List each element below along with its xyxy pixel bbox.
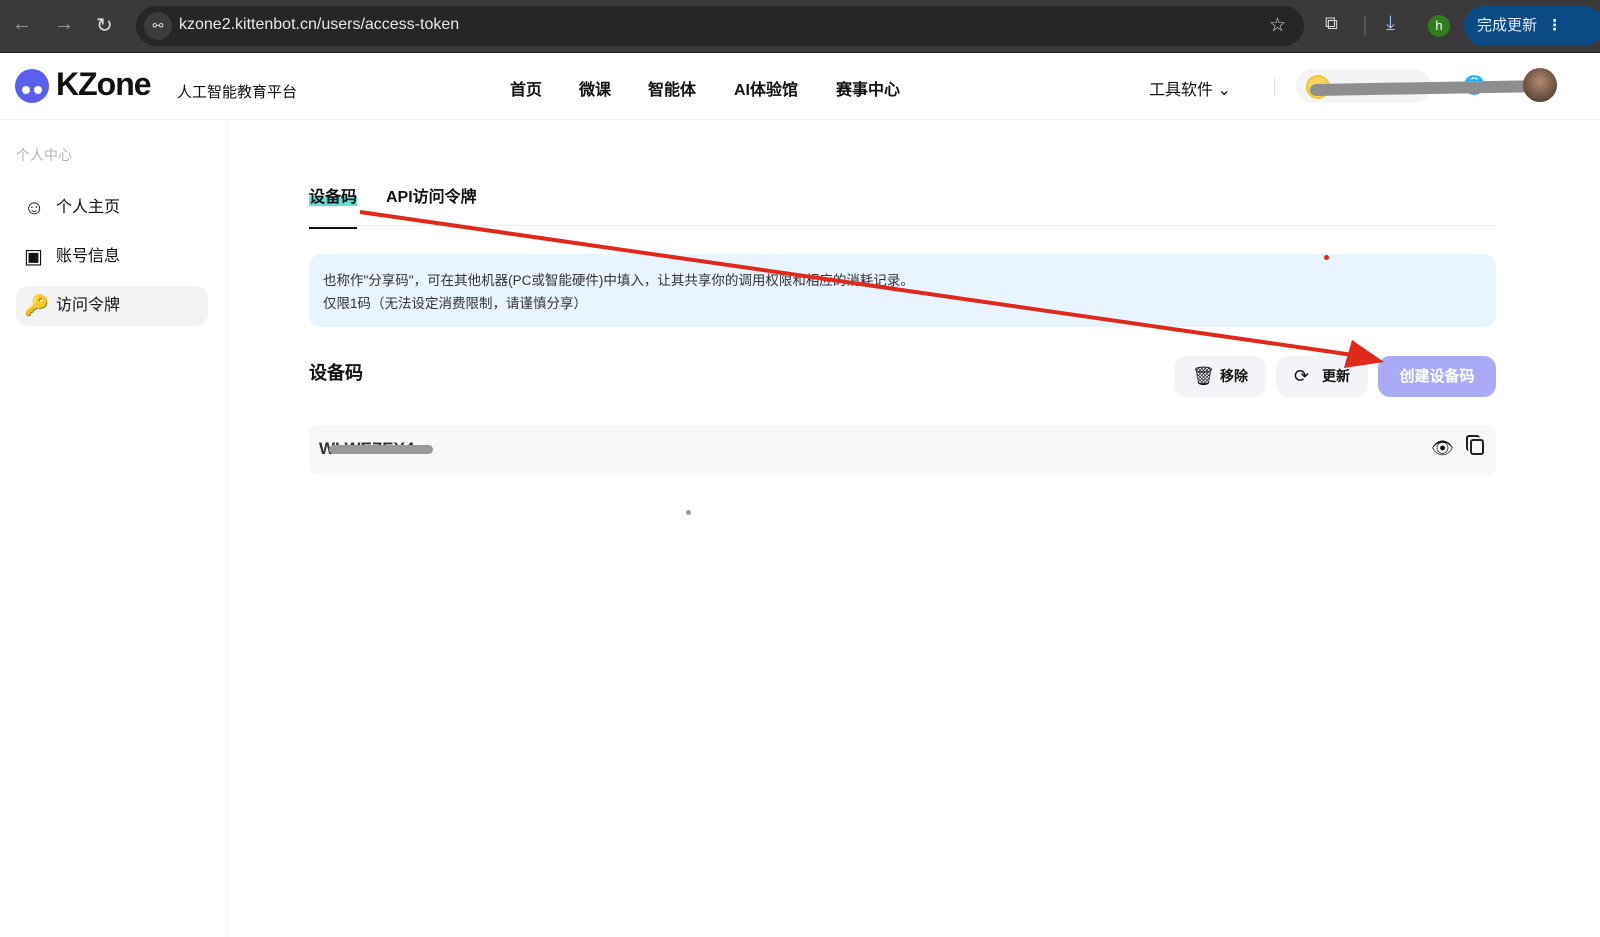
nav-contest[interactable]: 赛事中心 — [836, 76, 900, 100]
nav-home[interactable]: 首页 — [510, 76, 542, 100]
tab-device-code[interactable]: 设备码 — [309, 183, 357, 229]
forward-icon[interactable]: → — [54, 13, 74, 36]
download-icon[interactable]: ⤓ — [1386, 12, 1395, 35]
brand-subtitle: 人工智能教育平台 — [177, 81, 297, 102]
user-avatar[interactable] — [1523, 68, 1557, 102]
tab-label: 设备码 — [309, 189, 357, 206]
tab-label: API访问令牌 — [386, 189, 477, 206]
remove-button[interactable]: 🗑 移除 — [1174, 356, 1266, 397]
sidebar-item-access-token[interactable]: 🔑 访问令牌 — [16, 286, 208, 326]
bookmark-star-icon[interactable]: ☆ — [1269, 14, 1286, 37]
sidebar-item-label: 访问令牌 — [56, 297, 120, 314]
logo-icon[interactable] — [15, 69, 49, 103]
create-device-code-button[interactable]: 创建设备码 — [1378, 356, 1496, 397]
refresh-icon: ⟳ — [1294, 356, 1309, 397]
info-line: 仅限1码（无法设定消费限制，请谨慎分享） — [323, 292, 1482, 315]
divider — [1364, 16, 1366, 36]
profile-avatar[interactable]: h — [1428, 15, 1450, 37]
copy-icon[interactable] — [1470, 439, 1484, 455]
nav-microcourse[interactable]: 微课 — [579, 76, 611, 100]
remove-label: 移除 — [1220, 368, 1248, 384]
device-code-row: WLWEZEY4 👁 — [309, 425, 1496, 475]
sidebar-item-label: 账号信息 — [56, 248, 120, 265]
info-banner: 也称作"分享码"，可在其他机器(PC或智能硬件)中填入，让其共享你的调用权限和相… — [309, 254, 1496, 327]
update-label: 完成更新 — [1477, 17, 1537, 34]
extensions-icon[interactable]: ⧉ — [1325, 13, 1338, 34]
site-header: KZone 人工智能教育平台 首页 微课 智能体 AI体验馆 赛事中心 工具软件… — [0, 54, 1600, 120]
refresh-label: 更新 — [1322, 368, 1350, 384]
tools-menu[interactable]: 工具软件 ⌄ — [1149, 76, 1231, 100]
address-bar[interactable]: ⚯ kzone2.kittenbot.cn/users/access-token… — [136, 6, 1304, 46]
back-icon[interactable]: ← — [12, 13, 32, 36]
reload-icon[interactable]: ↻ — [96, 13, 113, 38]
sidebar: 个人中心 ☺ 个人主页 ▣ 账号信息 🔑 访问令牌 — [0, 120, 228, 937]
user-card-icon: ▣ — [24, 237, 43, 277]
nav-agent[interactable]: 智能体 — [648, 76, 696, 100]
brand-name[interactable]: KZone — [56, 66, 151, 103]
annotation-dot — [1324, 255, 1329, 260]
refresh-button[interactable]: ⟳ 更新 — [1276, 356, 1368, 397]
browser-toolbar: ← → ↻ ⚯ kzone2.kittenbot.cn/users/access… — [0, 0, 1600, 53]
divider — [1274, 78, 1275, 96]
sidebar-title: 个人中心 — [16, 145, 72, 165]
sidebar-item-label: 个人主页 — [56, 199, 120, 216]
tab-api-token[interactable]: API访问令牌 — [386, 183, 477, 207]
info-line: 也称作"分享码"，可在其他机器(PC或智能硬件)中填入，让其共享你的调用权限和相… — [323, 269, 1482, 292]
redaction — [329, 445, 433, 454]
tab-bar: 设备码 API访问令牌 — [309, 180, 1496, 226]
url-text[interactable]: kzone2.kittenbot.cn/users/access-token — [179, 16, 459, 34]
loading-dot — [686, 510, 691, 515]
sidebar-item-account[interactable]: ▣ 账号信息 — [16, 237, 208, 277]
nav-ai-hall[interactable]: AI体验馆 — [734, 76, 798, 100]
smile-icon: ☺ — [24, 188, 44, 228]
key-icon: 🔑 — [24, 286, 49, 326]
eye-icon[interactable]: 👁 — [1431, 438, 1454, 459]
site-settings-icon[interactable]: ⚯ — [144, 12, 172, 40]
tools-label: 工具软件 — [1149, 82, 1213, 99]
update-button[interactable]: 完成更新 ⋮ — [1464, 6, 1600, 46]
sidebar-item-profile[interactable]: ☺ 个人主页 — [16, 188, 208, 228]
chevron-down-icon: ⌄ — [1217, 82, 1230, 99]
section-title: 设备码 — [309, 359, 363, 385]
more-icon: ⋮ — [1547, 17, 1562, 34]
trash-icon: 🗑 — [1192, 356, 1215, 397]
